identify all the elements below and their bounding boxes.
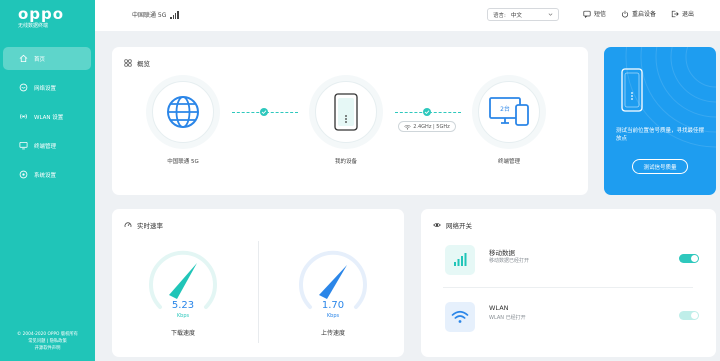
divider <box>443 287 693 288</box>
toggle-knob <box>691 312 698 319</box>
sidebar-item-label: 终端管理 <box>34 143 57 150</box>
overview-title-text: 概览 <box>137 60 150 68</box>
upload-speed-value: 1.70 <box>321 300 345 311</box>
sms-icon <box>583 10 591 18</box>
wlan-icon <box>20 114 27 119</box>
logout-label: 退出 <box>682 11 695 18</box>
copyright-footer: © 2004-2020 OPPO 版权所有 常见问题 | 隐私政策 开源软件声明 <box>0 331 95 352</box>
brand-subtitle: 无线数据终端 <box>18 23 49 29</box>
network-settings-icon <box>19 83 28 92</box>
restart-device-button[interactable]: 重启设备 <box>621 9 656 18</box>
sidebar-item-network-settings[interactable]: 网络设置 <box>3 76 91 99</box>
signal-test-card: 测试当前位置信号质量，寻找最佳摆放点 测试信号质量 <box>604 47 716 195</box>
router-icon <box>334 93 358 131</box>
upload-speed-label: 上传速度 <box>320 330 345 337</box>
wlan-wifi-icon <box>445 302 475 332</box>
mobile-data-name: 移动数据 <box>489 249 515 257</box>
home-icon <box>19 54 28 63</box>
terminal-label: 终端管理 <box>497 159 520 165</box>
my-device-node[interactable] <box>315 81 377 143</box>
sidebar-nav: 首页 网络设置 WLAN 设置 终端管理 系统设置 <box>3 47 91 192</box>
wifi-icon <box>404 124 411 129</box>
copyright-text: © 2004-2020 OPPO 版权所有 <box>17 332 78 337</box>
network-switch-card: 网络开关 移动数据 移动数据已经打开 WLAN WLAN 已经打开 <box>421 209 716 357</box>
mobile-data-status: 移动数据已经打开 <box>489 258 530 264</box>
open-source-link[interactable]: 开源软件声明 <box>0 345 95 352</box>
restart-label: 重启设备 <box>632 11 657 18</box>
divider <box>258 241 259 343</box>
check-icon <box>423 108 431 116</box>
sidebar-item-terminal-management[interactable]: 终端管理 <box>3 134 91 157</box>
speed-title: 实时速率 <box>124 220 163 230</box>
overview-title: 概览 <box>124 58 150 68</box>
download-speed-value: 5.23 <box>171 300 195 311</box>
chevron-down-icon <box>548 13 553 16</box>
check-icon <box>260 108 268 116</box>
overview-card: 概览 中国联通 5G 我的设备 2.4GHz | 5GHz 2台 终端管理 <box>112 47 588 195</box>
carrier-label: 中国联通 5G <box>167 159 199 165</box>
wlan-status: WLAN 已经打开 <box>489 315 526 321</box>
network-title: 网络开关 <box>433 220 472 230</box>
logout-button[interactable]: 退出 <box>671 9 694 18</box>
download-speed-unit: Kbps <box>176 313 190 319</box>
speedometer-icon <box>124 222 132 228</box>
mobile-data-toggle[interactable] <box>679 254 699 263</box>
sms-button[interactable]: 短信 <box>583 9 606 18</box>
mobile-data-icon <box>445 245 475 275</box>
language-value: 中文 <box>510 12 522 19</box>
carrier-node <box>152 81 214 143</box>
sidebar-item-label: 首页 <box>34 56 46 63</box>
top-bar: 中国联通 5G 语言: 中文 短信 重启设备 退出 <box>95 0 720 31</box>
sidebar-item-system-settings[interactable]: 系统设置 <box>3 163 91 186</box>
language-select[interactable]: 语言: 中文 <box>487 8 559 21</box>
footer-links[interactable]: 常见问题 | 隐私政策 <box>0 338 95 345</box>
system-icon <box>19 170 28 179</box>
signal-strength-icon <box>170 10 179 19</box>
router-outline-icon <box>621 68 643 112</box>
toggle-knob <box>691 255 698 262</box>
carrier-name: 中国联通 5G <box>132 12 167 19</box>
sidebar: oppo 无线数据终端 首页 网络设置 WLAN 设置 终端管理 系统设置 © … <box>0 0 95 361</box>
sidebar-item-label: WLAN 设置 <box>34 114 64 121</box>
signal-test-description: 测试当前位置信号质量，寻找最佳摆放点 <box>616 128 705 142</box>
wifi-bands-text: 2.4GHz | 5GHz <box>413 123 450 130</box>
network-title-text: 网络开关 <box>446 222 472 230</box>
sidebar-item-label: 系统设置 <box>34 172 57 179</box>
terminal-icon <box>19 141 28 150</box>
mobile-data-row: 移动数据 移动数据已经打开 <box>435 240 703 280</box>
test-signal-button[interactable]: 测试信号质量 <box>632 159 688 174</box>
download-speed-label: 下载速度 <box>170 330 195 337</box>
oppo-logo: oppo <box>18 5 65 23</box>
realtime-speed-card: 实时速率 5.23 Kbps 下载速度 1.70 Kbps 上传速度 <box>112 209 404 357</box>
language-label: 语言: <box>493 12 506 19</box>
wlan-row: WLAN WLAN 已经打开 <box>435 297 703 337</box>
wlan-toggle[interactable] <box>679 311 699 320</box>
eye-icon <box>433 222 441 228</box>
upload-speed-unit: Kbps <box>326 313 340 319</box>
grid-icon <box>124 59 132 67</box>
wifi-band-tag: 2.4GHz | 5GHz <box>398 121 456 132</box>
sms-label: 短信 <box>594 11 607 18</box>
sidebar-item-wlan-settings[interactable]: WLAN 设置 <box>3 105 91 128</box>
brand: oppo 无线数据终端 <box>18 5 65 30</box>
wlan-name: WLAN <box>489 304 509 312</box>
power-icon <box>621 10 629 18</box>
my-device-label: 我的设备 <box>334 159 357 165</box>
terminal-count: 2台 <box>500 106 510 113</box>
sidebar-item-label: 网络设置 <box>34 85 57 92</box>
carrier-status: 中国联通 5G <box>132 10 180 19</box>
globe-icon <box>167 96 199 128</box>
logout-icon <box>671 10 679 17</box>
sidebar-item-home[interactable]: 首页 <box>3 47 91 70</box>
speed-title-text: 实时速率 <box>137 222 163 230</box>
